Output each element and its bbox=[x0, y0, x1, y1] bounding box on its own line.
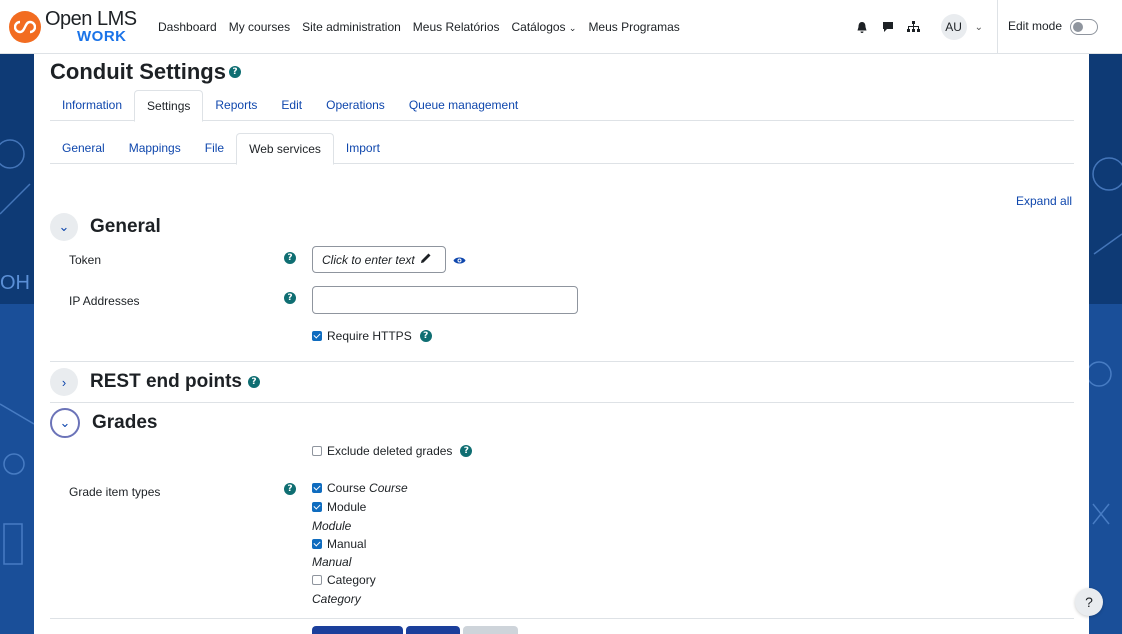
require-https-checkbox[interactable] bbox=[312, 331, 322, 341]
svg-text:OH: OH bbox=[0, 272, 30, 294]
require-https-label: Require HTTPS bbox=[327, 329, 412, 343]
grade-type-module-label: Module bbox=[327, 500, 367, 514]
chevron-down-icon[interactable]: ⌄ bbox=[50, 213, 78, 241]
tab-general[interactable]: General bbox=[50, 133, 117, 164]
expand-all-link[interactable]: Expand all bbox=[1016, 194, 1072, 208]
exclude-deleted-label: Exclude deleted grades bbox=[327, 444, 453, 458]
tab-information[interactable]: Information bbox=[50, 90, 134, 121]
tab-web-services[interactable]: Web services bbox=[236, 133, 334, 165]
logo-main-text: Open LMS bbox=[45, 8, 137, 30]
nav-catalogos-label: Catálogos bbox=[511, 19, 566, 34]
logo[interactable]: Open LMS WORK bbox=[9, 9, 149, 44]
help-fab-button[interactable]: ? bbox=[1075, 588, 1103, 616]
eye-icon[interactable] bbox=[453, 252, 466, 270]
grade-type-category-row[interactable]: Category bbox=[312, 573, 376, 587]
grade-type-category-italic: Category bbox=[312, 592, 361, 606]
section-grades-title: Grades bbox=[92, 412, 158, 433]
grade-type-course-italic: Course bbox=[369, 481, 408, 495]
section-divider bbox=[50, 618, 1074, 619]
exclude-deleted-checkbox[interactable] bbox=[312, 446, 322, 456]
grade-type-manual-checkbox[interactable] bbox=[312, 539, 322, 549]
section-divider bbox=[50, 361, 1074, 362]
edit-mode-label: Edit mode bbox=[1007, 19, 1062, 33]
grade-type-module-row[interactable]: Module bbox=[312, 500, 366, 514]
tab-reports[interactable]: Reports bbox=[203, 90, 269, 121]
primary-tabs: Information Settings Reports Edit Operat… bbox=[50, 90, 1074, 122]
tab-operations[interactable]: Operations bbox=[314, 90, 397, 121]
user-avatar[interactable]: AU bbox=[940, 14, 967, 40]
background-left-panel: OH bbox=[0, 54, 34, 634]
help-icon[interactable]: ? bbox=[460, 445, 473, 457]
ip-addresses-label: IP Addresses bbox=[69, 294, 140, 308]
grade-type-course-checkbox[interactable] bbox=[312, 483, 322, 493]
logo-mark bbox=[9, 10, 41, 43]
sitemap-icon[interactable] bbox=[907, 20, 921, 34]
require-https-row[interactable]: Require HTTPS ? bbox=[312, 329, 432, 343]
nav-dashboard[interactable]: Dashboard bbox=[158, 20, 217, 34]
nav-meus-programas[interactable]: Meus Programas bbox=[588, 20, 679, 34]
section-rest-header[interactable]: › REST end points ? bbox=[50, 368, 260, 396]
bell-icon[interactable] bbox=[855, 20, 869, 34]
main-content: Conduit Settings ? Information Settings … bbox=[34, 54, 1089, 634]
help-icon[interactable]: ? bbox=[284, 292, 296, 304]
edit-mode-toggle[interactable] bbox=[1070, 19, 1098, 35]
grade-type-module-checkbox[interactable] bbox=[312, 502, 322, 512]
cancel-button[interactable] bbox=[463, 626, 518, 634]
help-icon[interactable]: ? bbox=[284, 252, 296, 264]
grade-type-category-label: Category bbox=[327, 573, 376, 587]
tab-mappings[interactable]: Mappings bbox=[117, 133, 193, 164]
grade-type-module-italic: Module bbox=[312, 519, 352, 533]
help-icon[interactable]: ? bbox=[419, 330, 432, 342]
token-inplace-editable[interactable]: Click to enter text bbox=[312, 246, 446, 273]
primary-nav: Dashboard My courses Site administration… bbox=[158, 20, 692, 34]
navbar-divider bbox=[996, 0, 998, 54]
nav-meus-relatorios[interactable]: Meus Relatórios bbox=[413, 20, 500, 34]
section-general-header[interactable]: ⌄ General bbox=[50, 213, 161, 241]
page-title: Conduit Settings bbox=[50, 59, 226, 84]
tab-file[interactable]: File bbox=[193, 133, 236, 164]
help-icon[interactable]: ? bbox=[284, 483, 296, 495]
section-grades-header[interactable]: ⌄ Grades bbox=[50, 408, 157, 438]
token-placeholder: Click to enter text bbox=[322, 252, 415, 267]
chevron-down-icon[interactable]: ⌄ bbox=[975, 22, 983, 33]
grade-type-manual-italic: Manual bbox=[312, 555, 352, 569]
tab-queue-management[interactable]: Queue management bbox=[397, 90, 530, 121]
chat-icon[interactable] bbox=[881, 20, 895, 34]
nav-site-administration[interactable]: Site administration bbox=[302, 20, 401, 34]
grade-type-category-checkbox[interactable] bbox=[312, 575, 322, 585]
chevron-right-icon[interactable]: › bbox=[50, 368, 78, 396]
tab-settings[interactable]: Settings bbox=[134, 90, 204, 122]
logo-sub-text: WORK bbox=[77, 28, 127, 45]
secondary-tabs: General Mappings File Web services Impor… bbox=[50, 133, 1074, 165]
token-label: Token bbox=[69, 253, 102, 267]
background-right-panel bbox=[1089, 54, 1122, 634]
grade-type-manual-label: Manual bbox=[327, 537, 367, 551]
tab-import[interactable]: Import bbox=[334, 133, 392, 164]
section-general-title: General bbox=[90, 216, 161, 237]
edit-mode-switch[interactable]: Edit mode bbox=[1008, 0, 1106, 54]
chevron-down-icon[interactable]: ⌄ bbox=[50, 408, 80, 438]
exclude-deleted-row[interactable]: Exclude deleted grades ? bbox=[312, 444, 473, 458]
tab-edit[interactable]: Edit bbox=[269, 90, 314, 121]
ip-addresses-input[interactable] bbox=[312, 286, 578, 314]
grade-type-course-row[interactable]: Course Course bbox=[312, 481, 408, 495]
section-rest-title: REST end points bbox=[90, 371, 242, 392]
help-icon[interactable]: ? bbox=[248, 376, 260, 388]
nav-my-courses[interactable]: My courses bbox=[229, 20, 290, 34]
top-navbar: Open LMS WORK Dashboard My courses Site … bbox=[0, 0, 1122, 54]
grade-type-manual-row[interactable]: Manual bbox=[312, 537, 366, 551]
page-title-row: Conduit Settings ? bbox=[50, 59, 241, 85]
save-and-display-button[interactable] bbox=[312, 626, 403, 634]
grade-type-course-label: Course bbox=[327, 481, 366, 495]
help-icon[interactable]: ? bbox=[228, 66, 241, 78]
pencil-icon bbox=[420, 252, 432, 267]
section-divider bbox=[50, 402, 1074, 403]
nav-catalogos[interactable]: Catálogos ⌄ bbox=[512, 20, 577, 34]
save-button[interactable] bbox=[406, 626, 460, 634]
chevron-down-icon: ⌄ bbox=[568, 22, 577, 33]
grade-item-types-label: Grade item types bbox=[69, 485, 161, 499]
